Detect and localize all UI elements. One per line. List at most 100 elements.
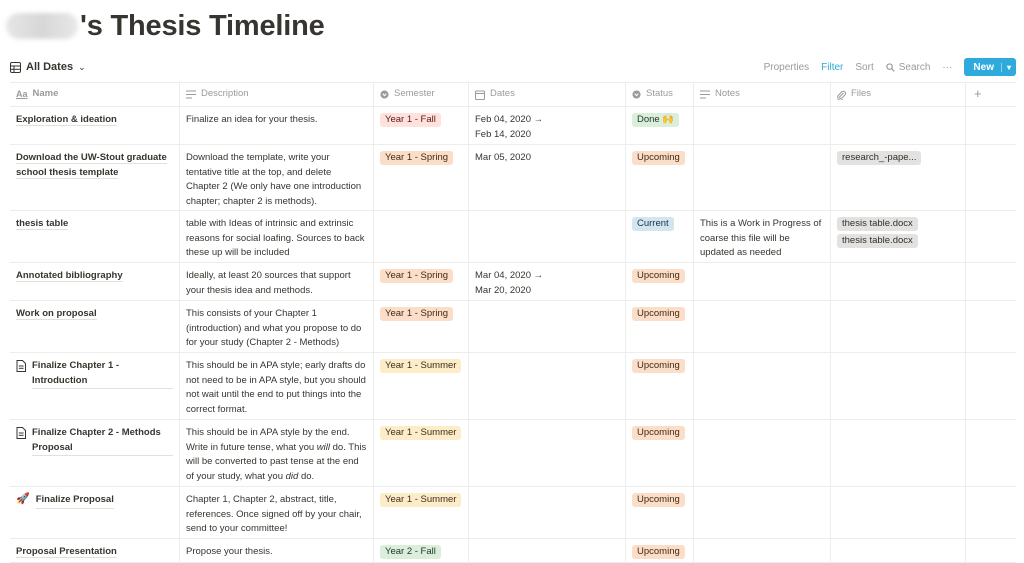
semester-cell[interactable]: Year 1 - Fall (374, 107, 469, 144)
description-cell[interactable]: This should be in APA style; early draft… (180, 353, 374, 419)
column-header-dates[interactable]: Dates (469, 83, 626, 106)
name-cell[interactable]: 🚀 Finalize Proposal (10, 487, 180, 538)
files-cell[interactable] (831, 420, 966, 486)
status-cell[interactable]: Upcoming (626, 487, 694, 538)
description-cell[interactable]: Propose your thesis. (180, 539, 374, 562)
name-cell[interactable]: Work on proposal (10, 301, 180, 352)
name-cell[interactable]: Annotated bibliography (10, 263, 180, 300)
status-cell[interactable]: Done 🙌 (626, 107, 694, 144)
view-selector[interactable]: All Dates ⌄ (10, 61, 86, 73)
semester-cell[interactable]: Year 1 - Summer (374, 420, 469, 486)
description-cell[interactable]: Download the template, write your tentat… (180, 145, 374, 210)
search-button[interactable]: Search (886, 62, 930, 73)
status-cell[interactable]: Upcoming (626, 263, 694, 300)
files-cell[interactable]: research_-pape... (831, 145, 966, 210)
row-title[interactable]: Download the UW-Stout graduate school th… (16, 152, 167, 179)
name-cell[interactable]: Exploration & ideation (10, 107, 180, 144)
column-header-name[interactable]: Aa Name (10, 83, 180, 106)
files-cell[interactable] (831, 487, 966, 538)
table-row[interactable]: Work on proposal This consists of your C… (10, 301, 1016, 353)
new-button[interactable]: New ▾ (964, 58, 1016, 76)
table-row[interactable]: Finalize Chapter 1 - Introduction This s… (10, 353, 1016, 420)
semester-cell[interactable]: Year 2 - Fall (374, 539, 469, 562)
status-cell[interactable]: Upcoming (626, 301, 694, 352)
chevron-down-icon[interactable]: ▾ (1000, 62, 1016, 72)
name-cell[interactable]: Proposal Presentation (10, 539, 180, 562)
semester-cell[interactable] (374, 211, 469, 262)
dates-cell[interactable] (469, 353, 626, 419)
table-row[interactable]: Annotated bibliography Ideally, at least… (10, 263, 1016, 301)
files-cell[interactable] (831, 353, 966, 419)
column-header-files[interactable]: Files (831, 83, 966, 106)
dates-cell[interactable] (469, 301, 626, 352)
file-attachment[interactable]: thesis table.docx (837, 234, 918, 248)
semester-cell[interactable]: Year 1 - Spring (374, 263, 469, 300)
status-cell[interactable]: Current (626, 211, 694, 262)
table-row[interactable]: Proposal Presentation Propose your thesi… (10, 539, 1016, 563)
dates-cell[interactable] (469, 420, 626, 486)
notes-cell[interactable] (694, 539, 831, 562)
status-cell[interactable]: Upcoming (626, 145, 694, 210)
row-title[interactable]: Finalize Chapter 1 - Introduction (32, 359, 173, 389)
notes-cell[interactable] (694, 107, 831, 144)
files-cell[interactable]: thesis table.docx thesis table.docx (831, 211, 966, 262)
description-cell[interactable]: This consists of your Chapter 1 (introdu… (180, 301, 374, 352)
description-cell[interactable]: This should be in APA style by the end. … (180, 420, 374, 486)
dates-cell[interactable]: Feb 04, 2020 → Feb 14, 2020 (469, 107, 626, 144)
notes-cell[interactable]: This is a Work in Progress of coarse thi… (694, 211, 831, 262)
dates-cell[interactable] (469, 211, 626, 262)
row-title[interactable]: Finalize Proposal (35, 493, 114, 509)
dates-cell[interactable]: Mar 05, 2020 (469, 145, 626, 210)
status-cell[interactable]: Upcoming (626, 353, 694, 419)
notes-cell[interactable] (694, 487, 831, 538)
dates-cell[interactable] (469, 539, 626, 562)
files-cell[interactable] (831, 301, 966, 352)
row-title[interactable]: Annotated bibliography (16, 270, 123, 282)
column-header-status[interactable]: Status (626, 83, 694, 106)
row-title[interactable]: Proposal Presentation (16, 546, 117, 558)
add-property-button[interactable]: + (966, 83, 1016, 106)
properties-button[interactable]: Properties (764, 62, 810, 73)
sort-button[interactable]: Sort (855, 62, 873, 73)
notes-cell[interactable] (694, 263, 831, 300)
row-title[interactable]: thesis table (16, 218, 69, 230)
table-row[interactable]: Exploration & ideation Finalize an idea … (10, 107, 1016, 145)
name-cell[interactable]: thesis table (10, 211, 180, 262)
files-cell[interactable] (831, 107, 966, 144)
description-cell[interactable]: Ideally, at least 20 sources that suppor… (180, 263, 374, 300)
notes-cell[interactable] (694, 301, 831, 352)
name-cell[interactable]: Finalize Chapter 2 - Methods Proposal (10, 420, 180, 486)
files-cell[interactable] (831, 263, 966, 300)
semester-cell[interactable]: Year 1 - Spring (374, 145, 469, 210)
notes-cell[interactable] (694, 420, 831, 486)
table-row[interactable]: thesis table table with Ideas of intrins… (10, 211, 1016, 263)
dates-cell[interactable]: Mar 04, 2020 → Mar 20, 2020 (469, 263, 626, 300)
notes-cell[interactable] (694, 145, 831, 210)
more-options-button[interactable]: ··· (942, 62, 952, 73)
table-row[interactable]: Download the UW-Stout graduate school th… (10, 145, 1016, 211)
table-row[interactable]: Finalize Chapter 2 - Methods Proposal Th… (10, 420, 1016, 487)
status-cell[interactable]: Upcoming (626, 420, 694, 486)
files-cell[interactable] (831, 539, 966, 562)
semester-cell[interactable]: Year 1 - Summer (374, 487, 469, 538)
name-cell[interactable]: Finalize Chapter 1 - Introduction (10, 353, 180, 419)
table-row[interactable]: 🚀 Finalize Proposal Chapter 1, Chapter 2… (10, 487, 1016, 539)
row-title[interactable]: Exploration & ideation (16, 114, 117, 126)
column-header-notes[interactable]: Notes (694, 83, 831, 106)
row-title[interactable]: Finalize Chapter 2 - Methods Proposal (32, 426, 173, 456)
file-attachment[interactable]: thesis table.docx (837, 217, 918, 231)
description-cell[interactable]: table with Ideas of intrinsic and extrin… (180, 211, 374, 262)
status-cell[interactable]: Upcoming (626, 539, 694, 562)
row-title[interactable]: Work on proposal (16, 308, 97, 320)
description-cell[interactable]: Finalize an idea for your thesis. (180, 107, 374, 144)
description-cell[interactable]: Chapter 1, Chapter 2, abstract, title, r… (180, 487, 374, 538)
semester-cell[interactable]: Year 1 - Summer (374, 353, 469, 419)
notes-cell[interactable] (694, 353, 831, 419)
filter-button[interactable]: Filter (821, 62, 843, 73)
name-cell[interactable]: Download the UW-Stout graduate school th… (10, 145, 180, 210)
file-attachment[interactable]: research_-pape... (837, 151, 922, 165)
column-header-description[interactable]: Description (180, 83, 374, 106)
dates-cell[interactable] (469, 487, 626, 538)
semester-cell[interactable]: Year 1 - Spring (374, 301, 469, 352)
column-header-semester[interactable]: Semester (374, 83, 469, 106)
